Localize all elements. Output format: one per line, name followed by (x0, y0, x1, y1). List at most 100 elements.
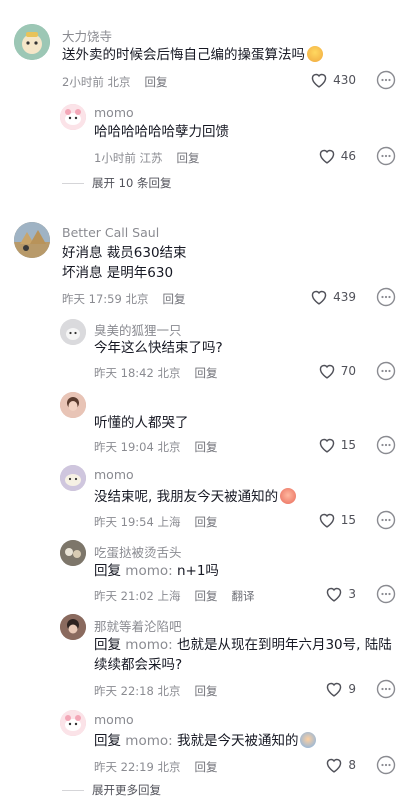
reply-button[interactable]: 回复 (194, 365, 217, 381)
reply-text-line-1: 回复 momo: 也就是从现在到明年六月30号, 陆陆 (94, 636, 392, 655)
like-count: 70 (340, 364, 356, 378)
reply-meta: 昨天 19:54 上海 回复 (94, 514, 217, 530)
reply-button[interactable]: 回复 (194, 588, 217, 604)
more-button[interactable] (376, 70, 396, 94)
comment-meta: 2小时前 北京 回复 (62, 74, 167, 90)
reply-username[interactable]: 那就等着沦陷吧 (94, 616, 182, 635)
reply-text-content: 我就是今天被通知的 (176, 733, 299, 749)
like-button[interactable]: 46 (318, 148, 356, 164)
reply-button[interactable]: 回复 (194, 759, 217, 775)
reply-button[interactable]: 回复 (176, 150, 199, 166)
like-button[interactable]: 9 (325, 681, 356, 697)
reply-meta: 昨天 22:19 北京 回复 (94, 759, 217, 775)
reply-button[interactable]: 回复 (144, 74, 167, 90)
expand-more-replies-button[interactable]: 展开更多回复 (62, 782, 161, 798)
like-button[interactable]: 70 (318, 363, 356, 379)
heart-outline-icon (327, 682, 342, 697)
comment-time: 昨天 17:59 北京 (62, 292, 149, 306)
divider (62, 789, 84, 791)
like-button[interactable]: 439 (310, 289, 356, 305)
reply-target[interactable]: momo: (125, 637, 172, 653)
comment-text: 送外卖的时候会后悔自己编的操蛋算法吗 (62, 46, 323, 65)
reply-text-content: 也就是从现在到明年六月30号, 陆陆 (176, 637, 392, 653)
reply-time: 昨天 19:04 北京 (94, 440, 181, 454)
reply-prefix: 回复 (94, 637, 121, 653)
like-button[interactable]: 430 (310, 72, 356, 88)
more-button[interactable] (376, 361, 396, 385)
reply-time: 昨天 21:02 上海 (94, 589, 181, 603)
more-button[interactable] (376, 755, 396, 779)
avatar[interactable] (60, 614, 86, 640)
heart-outline-icon (319, 149, 334, 164)
reply-text: 听懂的人都哭了 (94, 415, 189, 431)
like-count: 430 (333, 73, 356, 87)
comment-username[interactable]: 大力饶寺 (62, 26, 112, 45)
avatar[interactable] (14, 222, 50, 258)
like-button[interactable]: 8 (325, 757, 356, 773)
more-dots-circle-icon (376, 755, 396, 775)
reply-time: 1小时前 江苏 (94, 151, 163, 165)
reply-target[interactable]: momo: (125, 563, 172, 579)
heart-outline-icon (319, 364, 334, 379)
more-button[interactable] (376, 435, 396, 459)
reply-time: 昨天 22:19 北京 (94, 760, 181, 774)
reply-meta: 昨天 18:42 北京 回复 (94, 365, 217, 381)
reply-time: 昨天 19:54 上海 (94, 515, 181, 529)
more-dots-circle-icon (376, 361, 396, 381)
reply-target[interactable]: momo: (125, 733, 172, 749)
reply-prefix: 回复 (94, 733, 121, 749)
reply-username[interactable]: momo (94, 467, 134, 482)
reply-time: 昨天 22:18 北京 (94, 684, 181, 698)
emoji-icon (307, 46, 323, 62)
more-dots-circle-icon (376, 287, 396, 307)
more-button[interactable] (376, 146, 396, 170)
like-button[interactable]: 15 (318, 512, 356, 528)
more-dots-circle-icon (376, 584, 396, 604)
divider (62, 182, 84, 184)
comment-text-line-1: 好消息 裁员630结束 (62, 245, 187, 261)
reply-username[interactable]: 臭美的狐狸一只 (94, 320, 182, 339)
reply-text: 今年这么快结束了吗? (94, 340, 223, 356)
like-count: 15 (340, 438, 356, 452)
more-dots-circle-icon (376, 510, 396, 530)
expand-replies-button[interactable]: 展开 10 条回复 (62, 175, 171, 191)
avatar[interactable] (60, 319, 86, 345)
heart-outline-icon (319, 513, 334, 528)
like-button[interactable]: 3 (325, 586, 356, 602)
reply-username[interactable]: momo (94, 105, 134, 120)
like-count: 15 (340, 513, 356, 527)
more-button[interactable] (376, 510, 396, 534)
expand-replies-label: 展开 10 条回复 (92, 176, 172, 190)
reply-button[interactable]: 回复 (162, 291, 185, 307)
more-button[interactable] (376, 679, 396, 703)
reply-username[interactable]: 吃蛋挞被烫舌头 (94, 542, 182, 561)
reply-username[interactable]: momo (94, 712, 134, 727)
heart-outline-icon (311, 73, 327, 88)
more-dots-circle-icon (376, 435, 396, 455)
emoji-icon (300, 732, 317, 748)
more-button[interactable] (376, 584, 396, 608)
avatar[interactable] (14, 24, 50, 60)
reply-text: 哈哈哈哈哈哈孽力回馈 (94, 124, 229, 140)
like-count: 3 (348, 587, 356, 601)
heart-outline-icon (311, 290, 327, 305)
reply-text: 回复 momo: 我就是今天被通知的 (94, 732, 317, 751)
reply-prefix: 回复 (94, 563, 121, 579)
avatar[interactable] (60, 104, 86, 130)
reply-button[interactable]: 回复 (194, 514, 217, 530)
reply-text-content: 没结束呢, 我朋友今天被通知的 (94, 489, 279, 505)
comment-username[interactable]: Better Call Saul (62, 225, 159, 240)
like-button[interactable]: 15 (318, 437, 356, 453)
reply-text: 没结束呢, 我朋友今天被通知的 (94, 488, 297, 507)
more-button[interactable] (376, 287, 396, 311)
reply-button[interactable]: 回复 (194, 439, 217, 455)
reply-button[interactable]: 回复 (194, 683, 217, 699)
translate-button[interactable]: 翻译 (231, 588, 254, 604)
heart-outline-icon (327, 758, 342, 773)
like-count: 9 (348, 682, 356, 696)
avatar[interactable] (60, 540, 86, 566)
avatar[interactable] (60, 710, 86, 736)
reply-text: 回复 momo: n+1吗 (94, 562, 219, 581)
avatar[interactable] (60, 465, 86, 491)
avatar[interactable] (60, 392, 86, 418)
